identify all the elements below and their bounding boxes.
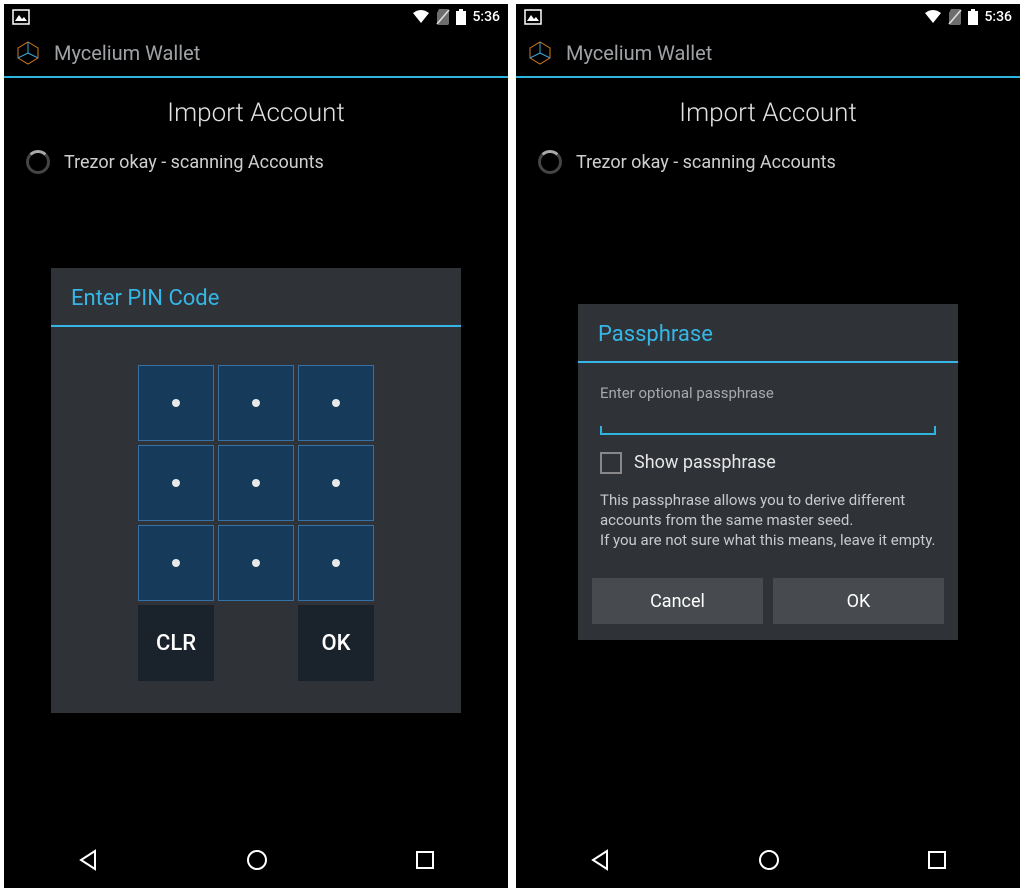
battery-icon bbox=[456, 9, 466, 25]
passphrase-help-text: This passphrase allows you to derive dif… bbox=[600, 490, 936, 551]
pin-key-9[interactable] bbox=[298, 365, 374, 441]
pin-key-blank bbox=[218, 605, 294, 681]
pin-dialog-title: Enter PIN Code bbox=[51, 268, 461, 327]
page-body: Import Account Trezor okay - scanning Ac… bbox=[4, 78, 508, 832]
android-navbar bbox=[516, 832, 1020, 888]
page-title: Import Account bbox=[530, 98, 1006, 128]
phone-screen-pin: 5:36 Mycelium Wallet Import Account Trez… bbox=[4, 4, 508, 888]
phone-screen-passphrase: 5:36 Mycelium Wallet Import Account Trez… bbox=[516, 4, 1020, 888]
no-sim-icon bbox=[436, 9, 450, 25]
pin-key-6[interactable] bbox=[298, 445, 374, 521]
app-header: Mycelium Wallet bbox=[516, 30, 1020, 78]
clock-text: 5:36 bbox=[984, 9, 1012, 25]
show-passphrase-row[interactable]: Show passphrase bbox=[600, 451, 936, 475]
app-logo-icon bbox=[14, 39, 42, 67]
back-button-icon[interactable] bbox=[587, 847, 613, 873]
android-navbar bbox=[4, 832, 508, 888]
pin-ok-button[interactable]: OK bbox=[298, 605, 374, 681]
pin-key-2[interactable] bbox=[218, 525, 294, 601]
clock-text: 5:36 bbox=[472, 9, 500, 25]
picture-icon bbox=[12, 9, 30, 25]
pin-keypad: CLR OK bbox=[51, 337, 461, 693]
scan-status-text: Trezor okay - scanning Accounts bbox=[64, 152, 324, 173]
recents-button-icon[interactable] bbox=[413, 848, 437, 872]
pin-key-7[interactable] bbox=[138, 365, 214, 441]
pin-clear-button[interactable]: CLR bbox=[138, 605, 214, 681]
wifi-icon bbox=[412, 10, 430, 24]
battery-icon bbox=[968, 9, 978, 25]
passphrase-input[interactable] bbox=[600, 407, 936, 435]
back-button-icon[interactable] bbox=[75, 847, 101, 873]
scan-status-text: Trezor okay - scanning Accounts bbox=[576, 152, 836, 173]
ok-button[interactable]: OK bbox=[773, 578, 944, 624]
passphrase-dialog-title: Passphrase bbox=[578, 304, 958, 363]
app-header: Mycelium Wallet bbox=[4, 30, 508, 78]
scan-status-row: Trezor okay - scanning Accounts bbox=[530, 150, 1006, 174]
no-sim-icon bbox=[948, 9, 962, 25]
pin-key-8[interactable] bbox=[218, 365, 294, 441]
pin-dialog: Enter PIN Code CLR OK bbox=[51, 268, 461, 713]
status-bar: 5:36 bbox=[4, 4, 508, 30]
wifi-icon bbox=[924, 10, 942, 24]
app-title: Mycelium Wallet bbox=[54, 41, 200, 65]
show-passphrase-checkbox[interactable] bbox=[600, 452, 622, 474]
pin-key-3[interactable] bbox=[298, 525, 374, 601]
pin-key-5[interactable] bbox=[218, 445, 294, 521]
scan-status-row: Trezor okay - scanning Accounts bbox=[18, 150, 494, 174]
show-passphrase-label: Show passphrase bbox=[634, 451, 776, 475]
pin-key-4[interactable] bbox=[138, 445, 214, 521]
status-bar: 5:36 bbox=[516, 4, 1020, 30]
progress-spinner-icon bbox=[538, 150, 562, 174]
recents-button-icon[interactable] bbox=[925, 848, 949, 872]
app-logo-icon bbox=[526, 39, 554, 67]
progress-spinner-icon bbox=[26, 150, 50, 174]
home-button-icon[interactable] bbox=[756, 847, 782, 873]
passphrase-placeholder: Enter optional passphrase bbox=[600, 383, 936, 403]
cancel-button[interactable]: Cancel bbox=[592, 578, 763, 624]
pin-key-1[interactable] bbox=[138, 525, 214, 601]
page-title: Import Account bbox=[18, 98, 494, 128]
picture-icon bbox=[524, 9, 542, 25]
passphrase-dialog: Passphrase Enter optional passphrase Sho… bbox=[578, 304, 958, 640]
page-body: Import Account Trezor okay - scanning Ac… bbox=[516, 78, 1020, 832]
home-button-icon[interactable] bbox=[244, 847, 270, 873]
app-title: Mycelium Wallet bbox=[566, 41, 712, 65]
